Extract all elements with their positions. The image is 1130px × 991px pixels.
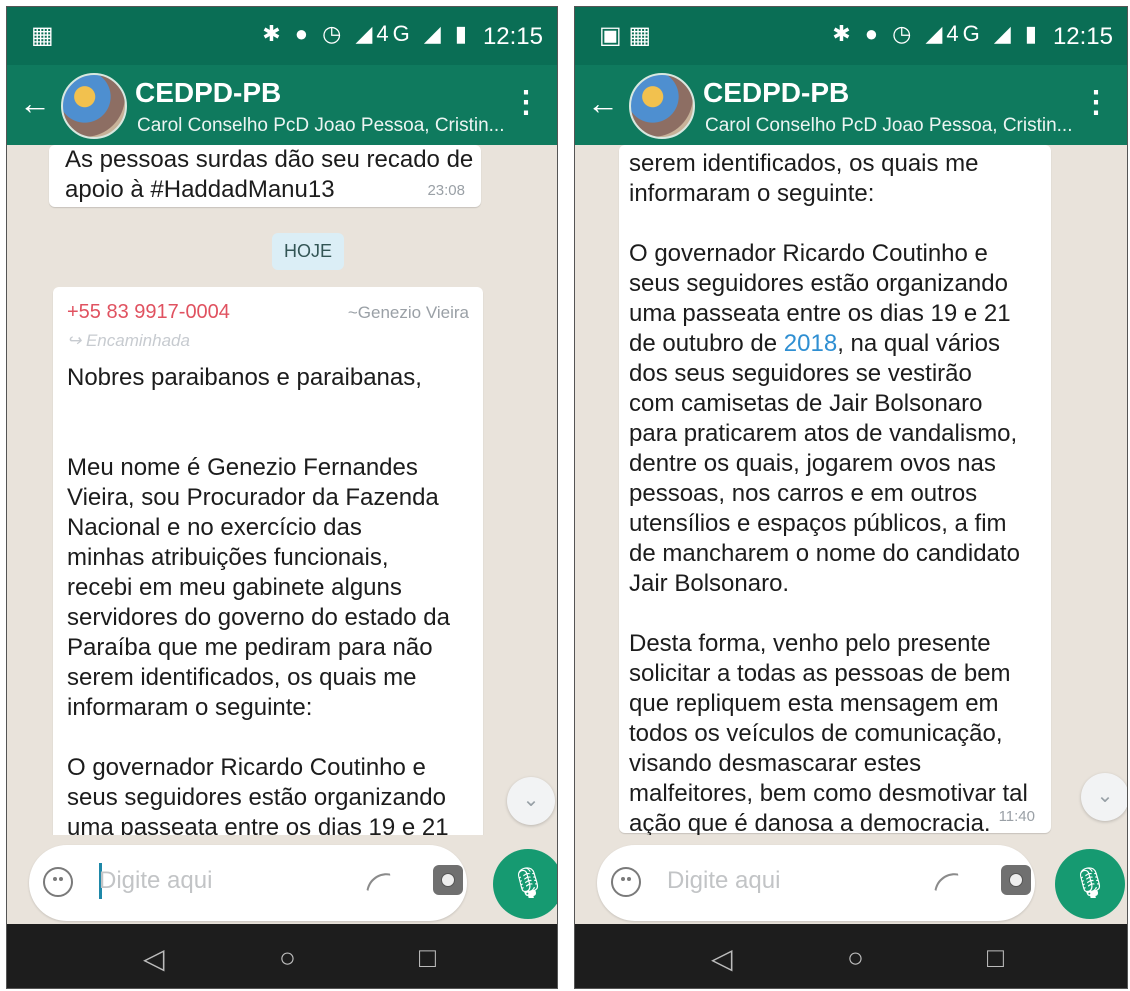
camera-icon[interactable] [1001, 865, 1031, 895]
attach-icon[interactable]: ⌒ [357, 860, 407, 913]
mic-button[interactable]: 🎙 [493, 849, 557, 919]
input-placeholder: Digite aqui [667, 867, 781, 894]
forwarded-text: Encaminhada [85, 331, 190, 350]
network-label: 4G [946, 21, 984, 46]
forwarded-message-text: Nobres paraibanos e paraibanas, Meu nome… [67, 364, 450, 835]
message-text: serem identificados, os quais me informa… [629, 149, 1028, 835]
chat-subtitle[interactable]: Carol Conselho PcD Joao Pessoa, Cristin.… [137, 115, 505, 137]
notification-icon: ▦ [31, 22, 54, 49]
forwarded-message-bubble[interactable]: +55 83 9917-0004 ~Genezio Vieira ↪ Encam… [53, 287, 483, 835]
date-chip: HOJE [272, 233, 345, 270]
status-icons: ✱ ● ◷ ◢4G ◢ ▮ [832, 21, 1041, 46]
sender-phone[interactable]: +55 83 9917-0004 [67, 301, 230, 324]
chat-title[interactable]: CEDPD-PB [703, 77, 849, 109]
message-time: 11:40 [998, 808, 1035, 825]
mic-icon: 🎙 [1070, 867, 1110, 900]
right-phone-screen: ▣ ▦ ✱ ● ◷ ◢4G ◢ ▮ 12:15 ← CEDPD-PB Carol… [574, 6, 1128, 989]
notification-icon: ▣ ▦ [599, 22, 652, 49]
mic-icon: 🎙 [508, 867, 548, 900]
message-input[interactable]: Digite aqui ⌒ [29, 845, 467, 921]
status-time: 12:15 [1052, 23, 1113, 50]
left-phone-screen: ▦ ✱ ● ◷ ◢4G ◢ ▮ 12:15 ← CEDPD-PB Carol C… [6, 6, 558, 989]
back-arrow-icon[interactable]: ← [587, 85, 619, 122]
mic-button[interactable]: 🎙 [1055, 849, 1125, 919]
nav-back-icon[interactable]: ◁ [711, 942, 733, 975]
message-link[interactable]: 2018 [784, 330, 837, 357]
message-text-before-link: serem identificados, os quais me informa… [629, 150, 1011, 357]
chat-subtitle[interactable]: Carol Conselho PcD Joao Pessoa, Cristin.… [705, 115, 1073, 137]
nav-recent-icon[interactable]: □ [987, 942, 1004, 974]
emoji-icon[interactable] [43, 867, 73, 897]
android-navigation-bar: ◁ ○ □ [7, 924, 557, 988]
back-arrow-icon[interactable]: ← [19, 85, 51, 122]
scroll-down-icon[interactable]: ⌄ [507, 777, 555, 825]
status-time: 12:15 [482, 23, 543, 50]
chat-message-list[interactable]: serem identificados, os quais me informa… [575, 145, 1127, 835]
input-placeholder: Digite aqui [99, 867, 213, 894]
message-bubble[interactable]: As pessoas surdas dão seu recado de apoi… [49, 145, 481, 207]
sender-alias: ~Genezio Vieira [347, 303, 469, 322]
nav-home-icon[interactable]: ○ [279, 942, 296, 974]
chat-title[interactable]: CEDPD-PB [135, 77, 281, 109]
status-bar: ▦ ✱ ● ◷ ◢4G ◢ ▮ 12:15 [7, 7, 557, 65]
message-bubble[interactable]: serem identificados, os quais me informa… [619, 145, 1051, 835]
message-input[interactable]: Digite aqui ⌒ [597, 845, 1035, 921]
attach-icon[interactable]: ⌒ [925, 860, 975, 913]
emoji-icon[interactable] [611, 867, 641, 897]
chat-header: ← CEDPD-PB Carol Conselho PcD Joao Pesso… [575, 65, 1127, 145]
nav-back-icon[interactable]: ◁ [143, 942, 165, 975]
android-navigation-bar: ◁ ○ □ [575, 924, 1127, 988]
overflow-menu-icon[interactable]: ⋮ [511, 85, 541, 120]
camera-icon[interactable] [433, 865, 463, 895]
message-text-after-link: , na qual vários dos seus seguidores se … [629, 330, 1028, 835]
network-label: 4G [376, 21, 414, 46]
message-time: 23:08 [427, 182, 465, 199]
status-icons: ✱ ● ◷ ◢4G ◢ ▮ [262, 21, 471, 46]
nav-recent-icon[interactable]: □ [419, 942, 436, 974]
nav-home-icon[interactable]: ○ [847, 942, 864, 974]
forwarded-label: ↪ Encaminhada [67, 331, 190, 350]
chat-header: ← CEDPD-PB Carol Conselho PcD Joao Pesso… [7, 65, 557, 145]
status-bar: ▣ ▦ ✱ ● ◷ ◢4G ◢ ▮ 12:15 [575, 7, 1127, 65]
chat-message-list[interactable]: As pessoas surdas dão seu recado de apoi… [7, 145, 557, 835]
scroll-down-icon[interactable]: ⌄ [1081, 773, 1127, 821]
overflow-menu-icon[interactable]: ⋮ [1081, 85, 1111, 120]
group-avatar-icon[interactable] [61, 73, 127, 139]
group-avatar-icon[interactable] [629, 73, 695, 139]
message-text: As pessoas surdas dão seu recado de apoi… [65, 146, 474, 203]
